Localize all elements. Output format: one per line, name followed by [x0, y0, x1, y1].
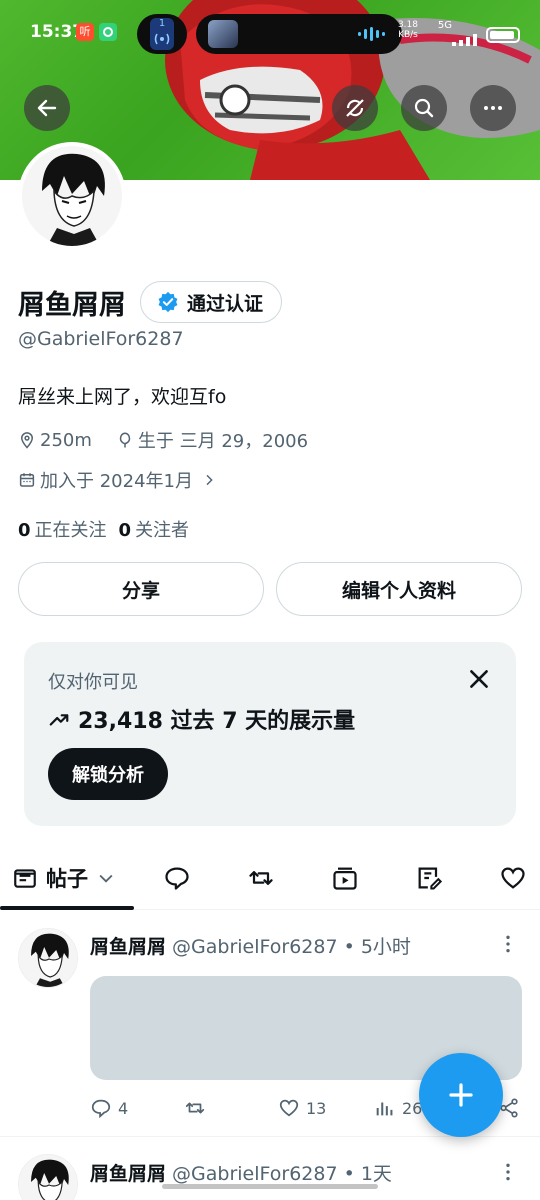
profile-tabs: 帖子 — [0, 848, 540, 910]
battery-icon — [486, 27, 520, 43]
profile-name: 屑鱼屑屑 — [18, 289, 126, 321]
tab-posts[interactable]: 帖子 — [12, 858, 116, 898]
status-bar: 15:37 听 1 3.18 KB/s 5G — [0, 14, 540, 54]
sync-button[interactable] — [332, 85, 378, 131]
repost-action[interactable] — [184, 1094, 206, 1122]
location-icon — [20, 432, 34, 449]
dynamic-island-live[interactable]: 1 — [137, 14, 187, 54]
home-indicator[interactable] — [162, 1184, 378, 1189]
followers-count: 0 — [118, 520, 132, 541]
back-button[interactable] — [24, 85, 70, 131]
avatar-illustration — [22, 146, 122, 246]
location-text: 250m — [40, 429, 92, 451]
chevron-right-icon — [206, 474, 213, 486]
reply-icon — [165, 867, 189, 890]
network-type: 5G — [437, 20, 452, 31]
joined-text: 加入于 2024年1月 — [40, 471, 193, 492]
reply-count: 4 — [118, 1098, 129, 1118]
tab-highlights[interactable] — [328, 858, 362, 898]
post-more-icon[interactable] — [498, 1162, 518, 1182]
avatar-illustration — [19, 929, 77, 987]
post-author-name[interactable]: 屑鱼屑屑 — [90, 932, 166, 959]
tab-replies[interactable] — [160, 858, 194, 898]
live-broadcast-icon: 1 — [150, 18, 174, 50]
profile-name-row: 屑鱼屑屑 通过认证 — [18, 280, 283, 324]
posts-tab-icon — [14, 869, 36, 888]
verified-badge-icon — [158, 291, 178, 313]
more-icon — [484, 106, 502, 110]
location-item: 250m — [18, 430, 92, 451]
profile-bio: 屌丝来上网了，欢迎互fo — [18, 386, 227, 408]
joined-item[interactable]: 加入于 2024年1月 — [18, 467, 217, 493]
calendar-icon — [19, 473, 35, 487]
followers-label: 关注者 — [135, 520, 190, 541]
reply-icon — [91, 1099, 111, 1119]
signal-icon — [452, 34, 477, 46]
tab-posts-label: 帖子 — [46, 867, 88, 891]
like-count: 13 — [306, 1098, 327, 1118]
following-count: 0 — [18, 520, 31, 541]
heart-icon — [501, 867, 525, 889]
following-label: 正在关注 — [34, 520, 107, 541]
post-avatar[interactable] — [18, 1154, 78, 1200]
joined-row[interactable]: 加入于 2024年1月 — [18, 467, 241, 493]
trend-up-icon — [49, 714, 69, 726]
profile-meta-row: 250m 生于 三月 29，2006 — [18, 427, 332, 453]
like-action[interactable]: 13 — [278, 1094, 326, 1122]
back-arrow-icon — [37, 99, 57, 117]
impressions-text: 23,418 过去 7 天的展示量 — [78, 709, 356, 734]
app-notification-icon: 听 — [76, 23, 94, 41]
profile-handle: @GabrielFor6287 — [18, 328, 184, 350]
compose-button[interactable] — [419, 1053, 503, 1137]
edit-profile-button[interactable]: 编辑个人资料 — [276, 562, 522, 616]
share-button[interactable]: 分享 — [18, 562, 264, 616]
media-thumbnail — [208, 20, 238, 48]
active-tab-indicator — [0, 906, 134, 910]
search-icon — [414, 98, 434, 118]
birthday-text: 生于 三月 29，2006 — [137, 431, 309, 452]
unlock-analytics-button[interactable]: 解锁分析 — [48, 748, 168, 800]
article-icon — [418, 867, 443, 890]
post-more-icon[interactable] — [498, 934, 518, 954]
views-action[interactable]: 26 — [374, 1094, 422, 1122]
tab-reposts[interactable] — [244, 858, 278, 898]
profile-avatar[interactable] — [18, 142, 126, 250]
status-right: 3.18 KB/s 5G — [380, 20, 520, 46]
avatar-illustration — [19, 1155, 77, 1200]
following-link[interactable]: 0 正在关注 — [18, 516, 107, 542]
repost-icon — [185, 1102, 205, 1114]
repost-icon — [249, 871, 273, 885]
followers-link[interactable]: 0 关注者 — [119, 516, 190, 542]
tab-likes[interactable] — [496, 858, 530, 898]
post-author-name[interactable]: 屑鱼屑屑 — [90, 1159, 166, 1186]
verified-button[interactable]: 通过认证 — [140, 281, 283, 323]
plus-icon — [449, 1083, 473, 1107]
highlight-icon — [333, 867, 357, 890]
analytics-card: 仅对你可见 23,418 过去 7 天的展示量 解锁分析 — [24, 642, 516, 826]
post-avatar[interactable] — [18, 928, 78, 988]
views-icon — [376, 1102, 393, 1116]
verified-label: 通过认证 — [187, 292, 264, 315]
sync-slash-icon — [346, 99, 364, 117]
post-header: 屑鱼屑屑 @GabrielFor6287 • 1天 — [90, 1158, 392, 1186]
impressions-stat: 23,418 过去 7 天的展示量 — [48, 704, 355, 734]
close-icon[interactable] — [466, 666, 492, 692]
tab-articles[interactable] — [412, 858, 446, 898]
dynamic-island-media[interactable] — [196, 14, 402, 54]
birthday-item: 生于 三月 29，2006 — [116, 427, 308, 453]
post-meta: @GabrielFor6287 • 5小时 — [172, 935, 411, 958]
analytics-card-title: 仅对你可见 — [48, 672, 138, 693]
camera-notification-icon — [99, 23, 117, 41]
network-speed: 3.18 KB/s — [397, 20, 418, 40]
post-header: 屑鱼屑屑 @GabrielFor6287 • 5小时 — [90, 931, 411, 959]
search-button[interactable] — [401, 85, 447, 131]
heart-icon — [279, 1099, 299, 1117]
more-button[interactable] — [470, 85, 516, 131]
follow-stats: 0 正在关注 0 关注者 — [18, 516, 189, 542]
reply-action[interactable]: 4 — [90, 1094, 128, 1122]
chevron-down-icon — [99, 874, 113, 883]
island-badge-count: 1 — [158, 18, 166, 29]
balloon-icon — [119, 432, 131, 448]
post-meta: @GabrielFor6287 • 1天 — [172, 1162, 392, 1185]
